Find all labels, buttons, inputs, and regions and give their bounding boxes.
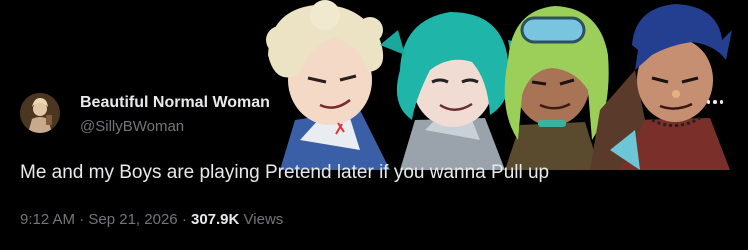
more-horizontal-icon [719, 100, 724, 104]
views-label: Views [243, 211, 284, 228]
tweet-card: Beautiful Normal Woman @SillyBWoman Me a… [0, 0, 748, 250]
avatar[interactable] [20, 93, 60, 133]
more-horizontal-icon [713, 100, 717, 104]
meta-separator: · [79, 211, 85, 228]
meta-separator: · [181, 211, 187, 228]
tweet-date: Sep 21, 2026 [88, 211, 178, 228]
author-display-name[interactable]: Beautiful Normal Woman [80, 94, 270, 112]
more-options-button[interactable] [700, 93, 730, 111]
tweet-time-link[interactable]: 9:12 AM · Sep 21, 2026 [20, 211, 178, 228]
illustration-four-characters [240, 0, 748, 170]
views-count[interactable]: 307.9K [191, 211, 239, 228]
tweet-text: Me and my Boys are playing Pretend later… [20, 162, 550, 183]
tweet-meta: 9:12 AM · Sep 21, 2026 · 307.9K Views [20, 211, 283, 228]
more-horizontal-icon [706, 100, 711, 104]
avatar-photo-icon [20, 93, 60, 133]
author-handle[interactable]: @SillyBWoman [80, 118, 184, 135]
tweet-time: 9:12 AM [20, 211, 76, 228]
